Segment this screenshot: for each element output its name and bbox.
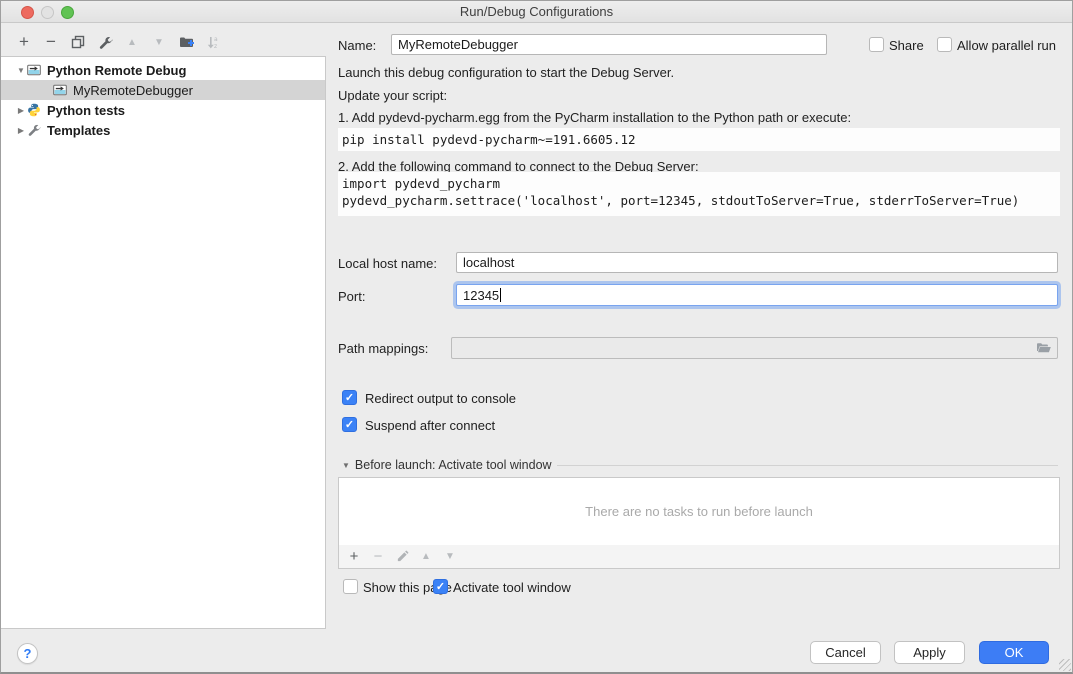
settrace-code-block: import pydevd_pycharm pydevd_pycharm.set… <box>338 172 1060 216</box>
check-icon: ✓ <box>343 391 356 405</box>
before-launch-toolbar: + − ▲ ▼ <box>338 545 1060 569</box>
configurations-tree: ▼ Python Remote Debug MyRemoteDebugger ▶… <box>1 56 326 629</box>
run-debug-configurations-dialog: Run/Debug Configurations + − ▲ ▼ az ▼ Py… <box>0 0 1073 674</box>
remove-task-button: − <box>371 548 385 566</box>
show-this-page-checkbox[interactable]: ✓ <box>343 579 358 594</box>
tree-item-templates[interactable]: ▶ Templates <box>1 120 325 140</box>
new-folder-icon[interactable] <box>177 33 195 51</box>
tree-item-myremotedebugger[interactable]: MyRemoteDebugger <box>1 80 325 100</box>
name-input[interactable] <box>391 34 827 55</box>
edit-templates-wrench-icon[interactable] <box>96 33 114 51</box>
apply-button[interactable]: Apply <box>894 641 965 664</box>
edit-task-pencil-icon <box>395 548 409 566</box>
port-value: 12345 <box>463 288 499 303</box>
redirect-output-checkbox[interactable]: ✓ <box>342 390 357 405</box>
remote-debug-config-icon <box>53 83 69 97</box>
pip-install-command: pip install pydevd-pycharm~=191.6605.12 <box>338 128 1060 151</box>
text-caret <box>500 288 501 302</box>
suspend-after-connect-label: Suspend after connect <box>365 418 495 433</box>
configurations-toolbar: + − ▲ ▼ az <box>15 31 222 53</box>
window-title: Run/Debug Configurations <box>1 4 1072 19</box>
share-checkbox[interactable]: ✓ <box>869 37 884 52</box>
instruction-step-1: 1. Add pydevd-pycharm.egg from the PyCha… <box>338 110 851 125</box>
share-label: Share <box>889 38 924 53</box>
tree-item-label: Templates <box>47 123 110 138</box>
tree-item-label: MyRemoteDebugger <box>73 83 193 98</box>
remote-debug-config-icon <box>27 63 43 77</box>
before-launch-title: Before launch: Activate tool window <box>355 458 552 472</box>
activate-tool-window-label: Activate tool window <box>453 580 571 595</box>
chevron-down-icon[interactable]: ▼ <box>342 461 350 470</box>
activate-tool-window-checkbox[interactable]: ✓ <box>433 579 448 594</box>
copy-configuration-icon[interactable] <box>69 33 87 51</box>
path-mappings-input[interactable] <box>451 337 1058 359</box>
move-up-button: ▲ <box>123 33 141 51</box>
tree-item-python-tests[interactable]: ▶ Python tests <box>1 100 325 120</box>
move-down-button: ▼ <box>150 33 168 51</box>
resize-grip[interactable] <box>1059 659 1071 671</box>
move-task-up-button: ▲ <box>419 548 433 566</box>
add-configuration-button[interactable]: + <box>15 33 33 51</box>
code-line-2: pydevd_pycharm.settrace('localhost', por… <box>342 193 1019 208</box>
help-button[interactable]: ? <box>17 643 38 664</box>
allow-parallel-run-label: Allow parallel run <box>957 38 1056 53</box>
move-task-down-button: ▼ <box>443 548 457 566</box>
redirect-output-label: Redirect output to console <box>365 391 516 406</box>
add-task-button[interactable]: + <box>347 548 361 566</box>
instruction-line-1: Launch this debug configuration to start… <box>338 65 674 80</box>
remove-configuration-button[interactable]: − <box>42 33 60 51</box>
tree-item-label: Python tests <box>47 103 125 118</box>
svg-text:z: z <box>214 43 217 50</box>
code-line-1: import pydevd_pycharm <box>342 176 500 191</box>
name-label: Name: <box>338 38 376 53</box>
python-icon <box>27 103 43 117</box>
local-host-name-label: Local host name: <box>338 256 437 271</box>
chevron-right-icon[interactable]: ▶ <box>15 126 27 135</box>
before-launch-task-list[interactable]: There are no tasks to run before launch <box>338 477 1060 546</box>
local-host-name-input[interactable] <box>456 252 1058 273</box>
check-icon: ✓ <box>343 418 356 432</box>
titlebar[interactable]: Run/Debug Configurations <box>1 1 1072 23</box>
tree-item-label: Python Remote Debug <box>47 63 186 78</box>
ok-button[interactable]: OK <box>979 641 1049 664</box>
allow-parallel-run-checkbox[interactable]: ✓ <box>937 37 952 52</box>
svg-text:a: a <box>214 36 218 43</box>
section-divider <box>557 465 1058 466</box>
chevron-right-icon[interactable]: ▶ <box>15 106 27 115</box>
sort-alphabetically-icon: az <box>204 33 222 51</box>
wrench-icon <box>27 123 43 137</box>
tree-item-python-remote-debug[interactable]: ▼ Python Remote Debug <box>1 60 325 80</box>
suspend-after-connect-checkbox[interactable]: ✓ <box>342 417 357 432</box>
cancel-button[interactable]: Cancel <box>810 641 881 664</box>
port-input[interactable]: 12345 <box>456 284 1058 306</box>
empty-tasks-message: There are no tasks to run before launch <box>585 504 813 519</box>
path-mappings-label: Path mappings: <box>338 341 428 356</box>
before-launch-header[interactable]: ▼ Before launch: Activate tool window <box>342 458 1058 472</box>
chevron-down-icon[interactable]: ▼ <box>15 66 27 75</box>
instruction-line-2: Update your script: <box>338 88 447 103</box>
port-label: Port: <box>338 289 365 304</box>
browse-folder-icon[interactable] <box>1036 341 1052 355</box>
check-icon: ✓ <box>434 580 447 594</box>
